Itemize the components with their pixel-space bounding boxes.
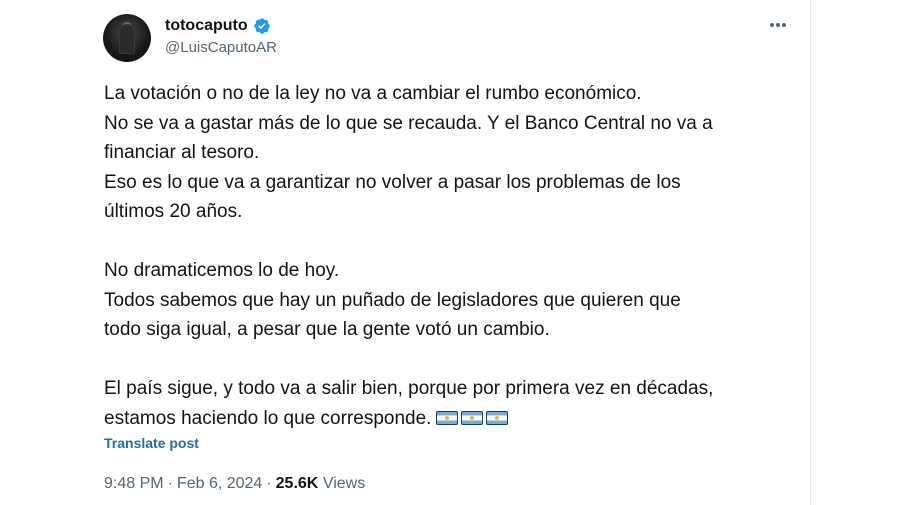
verified-badge-icon [253,18,270,34]
tweet-line-text: estamos haciendo lo que corresponde. [104,407,432,429]
flag-emoji-group [433,404,509,434]
avatar[interactable] [103,14,151,62]
tweet-text: La votación o no de la ley no va a cambi… [104,79,794,433]
translate-post-link[interactable]: Translate post [104,434,199,452]
tweet-time[interactable]: 9:48 PM [104,475,164,492]
tweet-line-with-emoji: estamos haciendo lo que corresponde. [104,404,794,434]
right-divider [810,0,811,505]
meta-separator: · [266,475,272,492]
tweet-line: Eso es lo que va a garantizar no volver … [104,171,681,193]
tweet-header: totocaputo @LuisCaputoAR [103,14,803,64]
argentina-flag-icon [436,410,459,425]
author-handle[interactable]: @LuisCaputoAR [165,38,277,58]
tweet-line: La votación o no de la ley no va a cambi… [104,83,642,104]
display-name-row: totocaputo [165,16,277,36]
views-count[interactable]: 25.6K [276,475,319,492]
argentina-flag-icon [461,410,484,425]
argentina-flag-icon [486,410,509,425]
tweet-metadata: 9:48 PM · Feb 6, 2024 · 25.6K Views [104,473,365,495]
avatar-figure [119,24,135,54]
tweet-line: todo siga igual, a pesar que la gente vo… [104,319,550,340]
more-options-icon[interactable] [767,18,789,32]
views-label: Views [322,475,366,492]
author-display-name[interactable]: totocaputo [165,16,248,36]
tweet-line: El país sigue, y todo va a salir bien, p… [104,378,714,399]
tweet-line: No dramaticemos lo de hoy. [104,260,340,281]
tweet-line: No se va a gastar más de lo que se recau… [104,112,713,134]
tweet-line: últimos 20 años. [104,201,243,222]
tweet-line: financiar al tesoro. [104,142,260,163]
tweet-card: totocaputo @LuisCaputoAR La votación o n… [0,0,900,505]
meta-separator: · [167,475,173,492]
tweet-date[interactable]: Feb 6, 2024 [177,475,262,492]
tweet-line: Todos sabemos que hay un puñado de legis… [104,289,681,311]
author-names: totocaputo @LuisCaputoAR [165,16,277,58]
